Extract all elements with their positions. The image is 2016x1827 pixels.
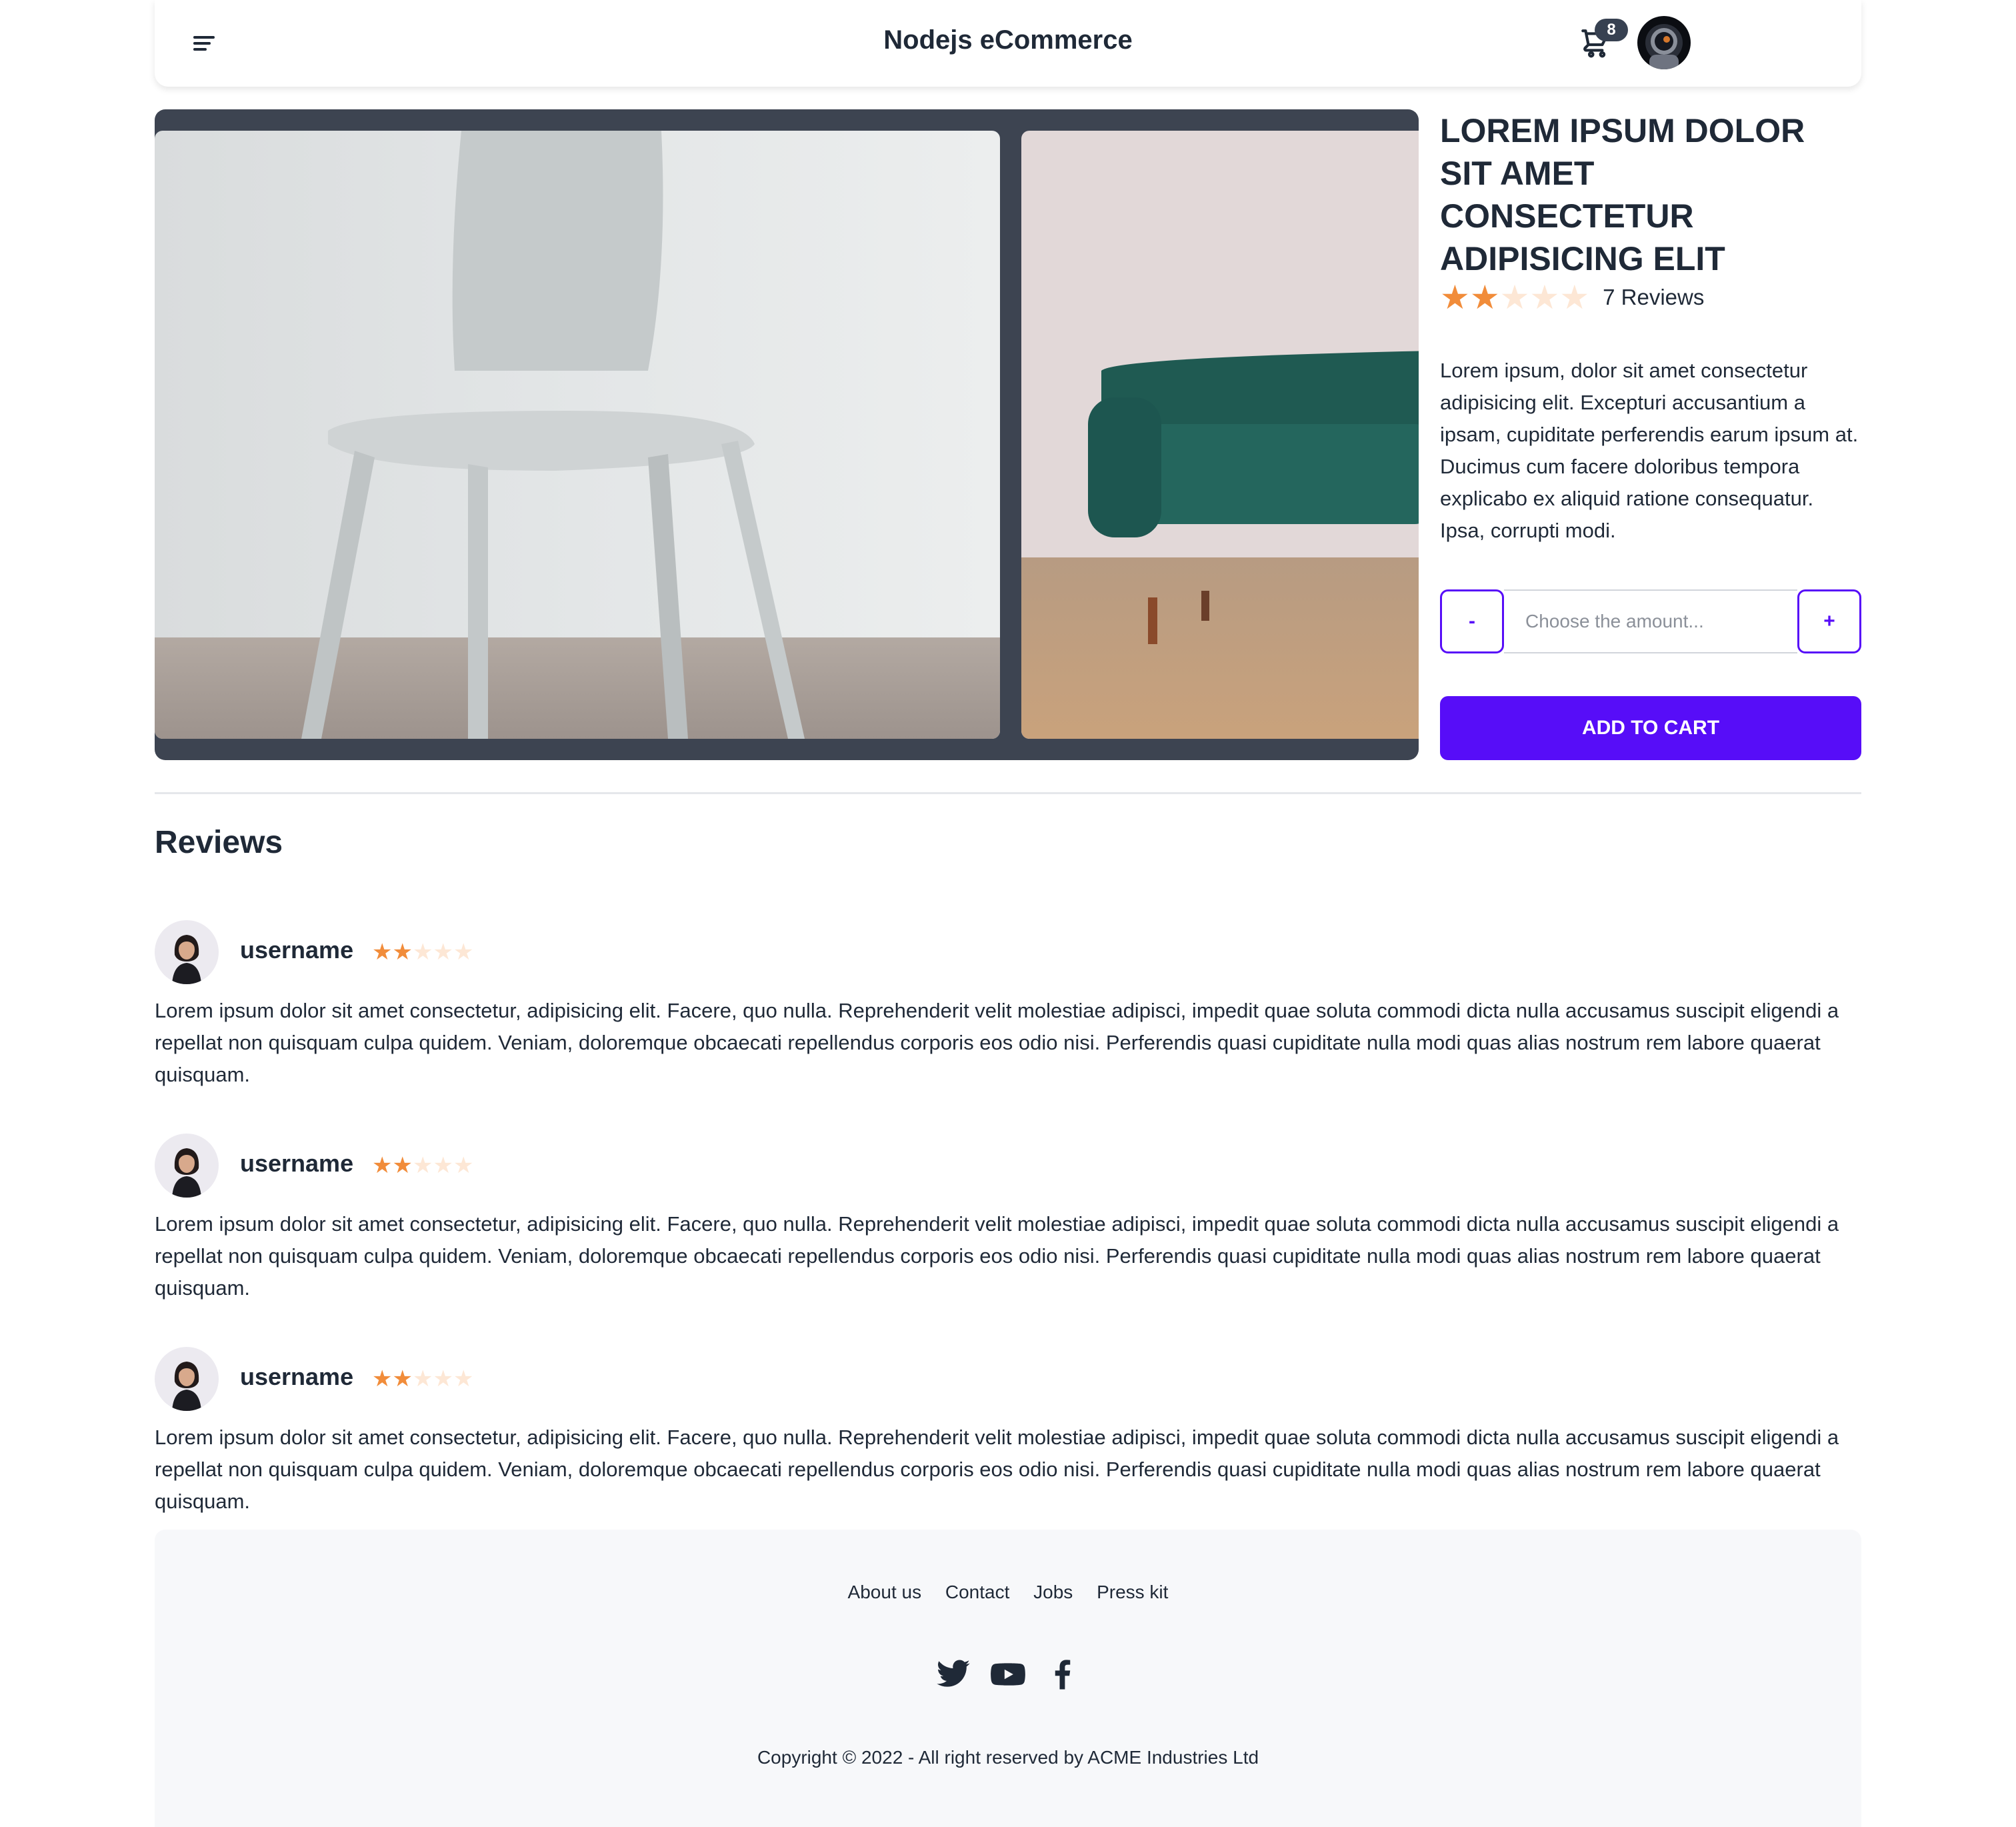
- star-icon: ★: [372, 1366, 393, 1392]
- star-icon: ★: [1440, 279, 1470, 316]
- star-icon: ★: [412, 940, 433, 965]
- star-rating[interactable]: ★ ★ ★ ★ ★: [1440, 279, 1589, 316]
- star-icon: ★: [1529, 279, 1560, 316]
- star-icon: ★: [433, 1366, 453, 1392]
- product-rating: ★ ★ ★ ★ ★ 7 Reviews: [1440, 279, 1704, 316]
- copyright-text: Copyright © 2022 - All right reserved by…: [757, 1747, 1259, 1768]
- star-icon: ★: [453, 1366, 474, 1392]
- page: Nodejs eCommerce 8 LOREM IPSUM DOLOR SIT…: [0, 0, 2016, 1827]
- cart-count-badge: 8: [1595, 19, 1628, 41]
- user-avatar[interactable]: [1637, 16, 1691, 69]
- star-icon: ★: [372, 1153, 393, 1178]
- product-title: LOREM IPSUM DOLOR SIT AMET CONSECTETUR A…: [1440, 112, 1805, 277]
- reviewer-username: username: [240, 1150, 354, 1177]
- section-divider: [155, 792, 1861, 794]
- facebook-icon[interactable]: [1045, 1656, 1081, 1692]
- star-icon: ★: [1499, 279, 1530, 316]
- decrease-quantity-button[interactable]: -: [1440, 589, 1504, 653]
- footer-link-jobs[interactable]: Jobs: [1033, 1582, 1073, 1602]
- footer-link-about[interactable]: About us: [848, 1582, 922, 1602]
- reviews-count[interactable]: 7 Reviews: [1603, 285, 1704, 310]
- star-icon: ★: [372, 940, 393, 965]
- reviews-heading: Reviews: [155, 825, 283, 860]
- reviewer-avatar: [155, 1347, 219, 1411]
- star-icon: ★: [453, 940, 474, 965]
- sofa-image: [1021, 131, 1419, 739]
- twitter-icon[interactable]: [935, 1656, 971, 1692]
- review-star-rating: ★ ★ ★ ★ ★: [372, 1364, 473, 1394]
- review-item: username ★ ★ ★ ★ ★ Lorem ipsum dolor sit ame…: [155, 920, 1861, 1091]
- product-description: Lorem ipsum, dolor sit amet consectetur …: [1440, 359, 1859, 542]
- product-image-carousel[interactable]: [155, 109, 1419, 760]
- reviewer-avatar: [155, 920, 219, 984]
- quantity-input[interactable]: [1504, 589, 1797, 653]
- star-icon: ★: [1469, 279, 1500, 316]
- review-item: username ★ ★ ★ ★ ★ Lorem ipsum dolor sit ame…: [155, 1347, 1861, 1518]
- star-icon: ★: [392, 1366, 413, 1392]
- star-icon: ★: [392, 940, 413, 965]
- reviewer-avatar: [155, 1134, 219, 1198]
- star-icon: ★: [1559, 279, 1590, 316]
- review-text: Lorem ipsum dolor sit amet consectetur, …: [155, 999, 1839, 1086]
- add-to-cart-button[interactable]: ADD TO CART: [1440, 696, 1861, 760]
- social-links: [155, 1656, 1861, 1692]
- youtube-icon[interactable]: [990, 1656, 1026, 1692]
- review-item: username ★ ★ ★ ★ ★ Lorem ipsum dolor sit ame…: [155, 1134, 1861, 1304]
- review-text: Lorem ipsum dolor sit amet consectetur, …: [155, 1212, 1839, 1300]
- footer-links: About us Contact Jobs Press kit: [155, 1582, 1861, 1603]
- chair-image: [155, 131, 1000, 739]
- increase-quantity-button[interactable]: +: [1797, 589, 1861, 653]
- quantity-stepper: - +: [1440, 589, 1861, 653]
- reviewer-username: username: [240, 936, 354, 964]
- footer-link-contact[interactable]: Contact: [945, 1582, 1010, 1602]
- footer-link-press-kit[interactable]: Press kit: [1097, 1582, 1168, 1602]
- star-icon: ★: [433, 940, 453, 965]
- footer: About us Contact Jobs Press kit Copyrigh…: [155, 1530, 1861, 1827]
- reviewer-username: username: [240, 1363, 354, 1390]
- review-star-rating: ★ ★ ★ ★ ★: [372, 938, 473, 967]
- star-icon: ★: [412, 1366, 433, 1392]
- star-icon: ★: [392, 1153, 413, 1178]
- star-icon: ★: [412, 1153, 433, 1178]
- star-icon: ★: [453, 1153, 474, 1178]
- star-icon: ★: [433, 1153, 453, 1178]
- review-text: Lorem ipsum dolor sit amet consectetur, …: [155, 1426, 1839, 1513]
- review-star-rating: ★ ★ ★ ★ ★: [372, 1151, 473, 1180]
